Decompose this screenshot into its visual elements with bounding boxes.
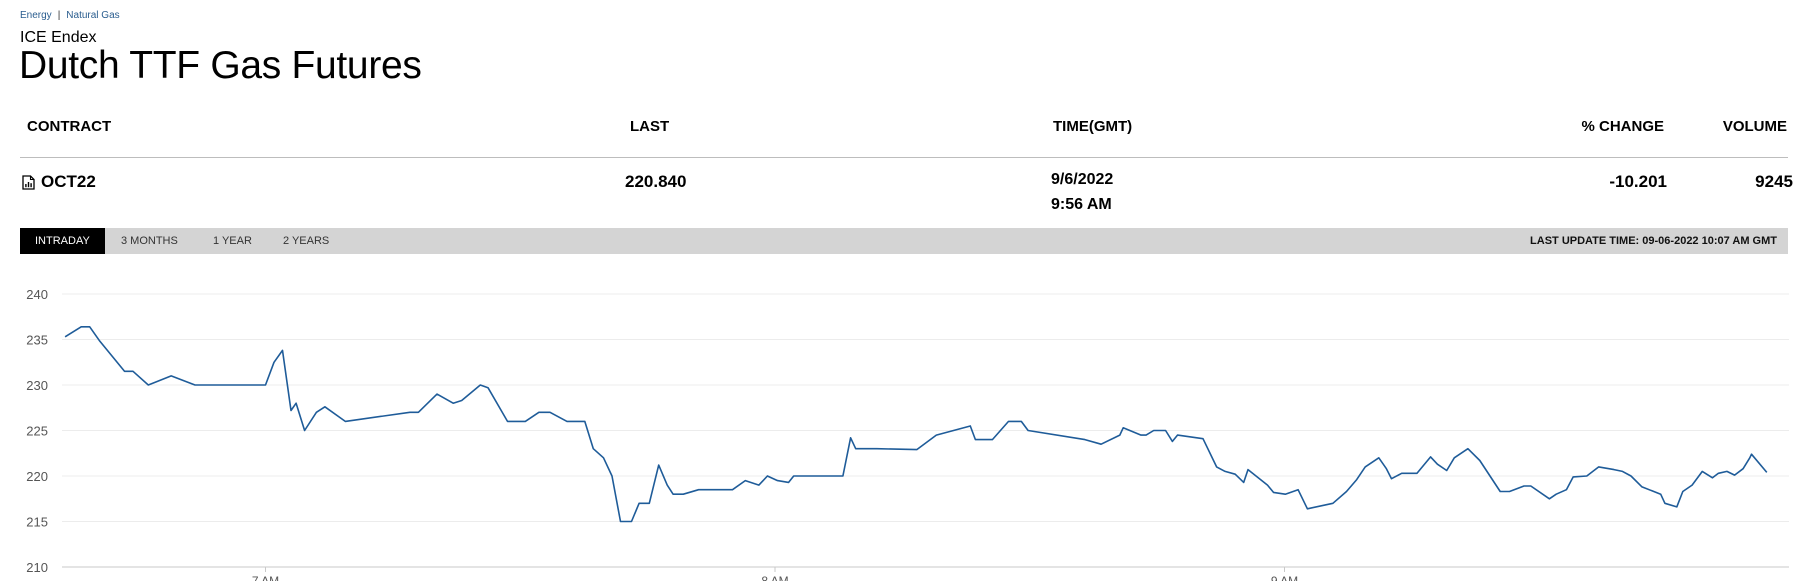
y-tick-label: 240 xyxy=(26,287,48,302)
column-header-volume: VOLUME xyxy=(1722,118,1787,135)
chart-range-tabs: INTRADAY 3 MONTHS 1 YEAR 2 YEARS LAST UP… xyxy=(20,228,1788,254)
tab-1-year[interactable]: 1 YEAR xyxy=(213,228,252,254)
y-tick-label: 210 xyxy=(26,560,48,575)
y-tick-label: 230 xyxy=(26,378,48,393)
intraday-price-chart[interactable]: 240 235 230 225 220 215 210 7 AM 8 AM 9 AM xyxy=(0,268,1809,581)
y-tick-label: 220 xyxy=(26,469,48,484)
x-tick-label: 9 AM xyxy=(1271,574,1298,581)
x-tick-label: 7 AM xyxy=(252,574,279,581)
y-tick-label: 235 xyxy=(26,333,48,348)
last-price-cell: 220.840 xyxy=(625,172,687,191)
trade-date-cell: 9/6/2022 xyxy=(1051,171,1114,188)
trade-time-cell: 9:56 AM xyxy=(1051,196,1112,213)
tab-2-years[interactable]: 2 YEARS xyxy=(283,228,329,254)
column-header-percent-change: % CHANGE xyxy=(1581,118,1664,135)
column-header-contract: CONTRACT xyxy=(27,118,112,135)
breadcrumb: Energy | Natural Gas xyxy=(20,10,120,21)
x-tick-label: 8 AM xyxy=(761,574,788,581)
breadcrumb-natural-gas-link[interactable]: Natural Gas xyxy=(66,10,119,21)
document-chart-icon[interactable] xyxy=(22,175,35,190)
table-header-divider xyxy=(20,157,1788,158)
last-update-time: LAST UPDATE TIME: 09-06-2022 10:07 AM GM… xyxy=(1530,235,1777,247)
page-title: Dutch TTF Gas Futures xyxy=(19,44,422,87)
tab-3-months[interactable]: 3 MONTHS xyxy=(121,228,178,254)
breadcrumb-energy-link[interactable]: Energy xyxy=(20,10,52,21)
percent-change-cell: -10.201 xyxy=(1609,172,1667,191)
column-header-last: LAST xyxy=(630,118,670,135)
column-header-time: TIME(GMT) xyxy=(1053,118,1133,135)
price-series-line xyxy=(64,325,1768,523)
volume-cell: 9245 xyxy=(1755,172,1793,191)
y-tick-label: 215 xyxy=(26,515,48,530)
tab-intraday[interactable]: INTRADAY xyxy=(20,228,105,254)
breadcrumb-separator: | xyxy=(57,10,61,21)
y-tick-label: 225 xyxy=(26,424,48,439)
contract-cell[interactable]: OCT22 xyxy=(41,172,96,192)
